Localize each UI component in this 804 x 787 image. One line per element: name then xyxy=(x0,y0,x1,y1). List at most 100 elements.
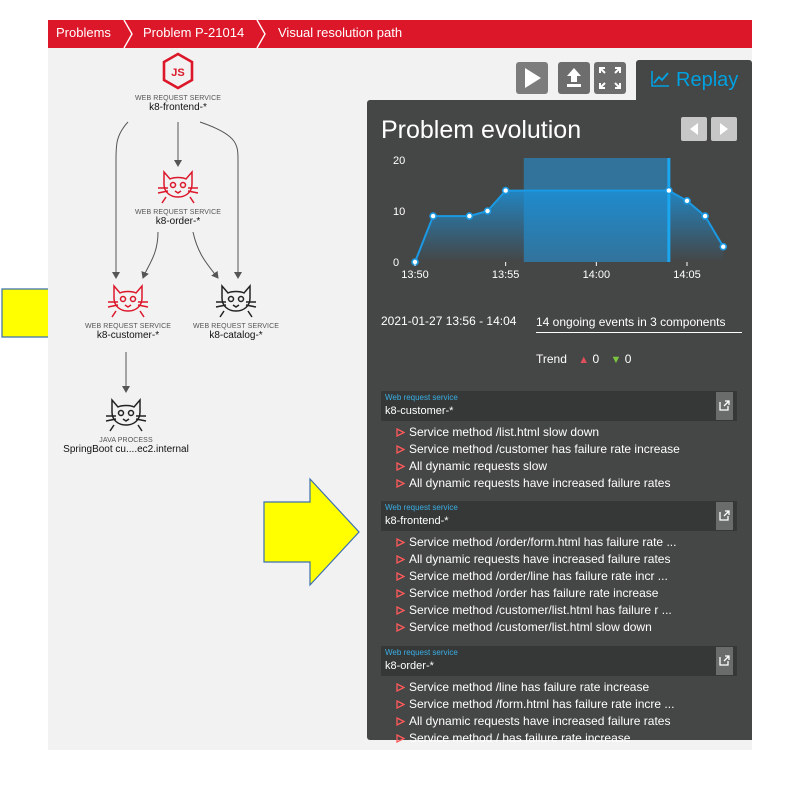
previous-button[interactable] xyxy=(681,117,707,141)
event-item[interactable]: Service method /list.html slow down xyxy=(396,424,737,441)
event-item[interactable]: All dynamic requests have increased fail… xyxy=(396,475,737,492)
open-service-button[interactable] xyxy=(716,392,733,420)
export-button[interactable] xyxy=(558,62,590,94)
tomcat-icon xyxy=(215,283,257,318)
event-triangle-icon xyxy=(396,717,405,726)
chart-x-tick-label: 14:05 xyxy=(673,269,701,281)
event-text: Service method /customer/list.html slow … xyxy=(409,620,652,634)
event-triangle-icon xyxy=(396,606,405,615)
event-text: All dynamic requests have increased fail… xyxy=(409,552,671,566)
event-item[interactable]: Service method /customer/list.html slow … xyxy=(396,619,737,636)
node-name-label: k8-frontend-* xyxy=(149,102,207,113)
chart-x-tick-label: 14:00 xyxy=(583,269,611,281)
topology-node-order[interactable]: WEB REQUEST SERVICE k8-order-* xyxy=(128,169,228,227)
chevron-right-icon xyxy=(720,123,728,135)
event-text: Service method /order has failure rate i… xyxy=(409,586,659,600)
chart-data-point xyxy=(701,212,709,220)
event-triangle-icon xyxy=(396,479,405,488)
events-summary: 14 ongoing events in 3 components xyxy=(536,314,742,333)
open-service-button[interactable] xyxy=(716,502,733,530)
chart-data-point xyxy=(429,212,437,220)
event-text: Service method /customer/list.html has f… xyxy=(409,603,672,617)
service-type-label: Web request service xyxy=(385,503,458,512)
event-text: Service method / has failure rate increa… xyxy=(409,731,631,745)
time-range-label: 2021-01-27 13:56 - 14:04 xyxy=(381,314,517,328)
event-item[interactable]: Service method /line has failure rate in… xyxy=(396,679,737,696)
chart-data-point xyxy=(683,196,691,205)
trend-down-count: 0 xyxy=(624,352,632,366)
service-type-label: Web request service xyxy=(385,648,458,657)
screenshot-stage: Problems Problem P-21014 Visual resoluti… xyxy=(0,0,804,787)
event-triangle-icon xyxy=(396,589,405,598)
app-window: Problems Problem P-21014 Visual resoluti… xyxy=(48,20,752,750)
chart-y-tick-label: 20 xyxy=(393,155,405,167)
service-section: Web request service k8-customer-* Service … xyxy=(381,391,737,492)
node-name-label: k8-customer-* xyxy=(96,330,160,341)
event-triangle-icon xyxy=(396,700,405,709)
event-triangle-icon xyxy=(396,445,405,454)
fullscreen-icon xyxy=(599,67,621,89)
chart-data-point xyxy=(719,242,728,251)
nodejs-icon: JS xyxy=(162,52,194,90)
event-item[interactable]: Service method /order/form.html has fail… xyxy=(396,534,737,551)
event-triangle-icon xyxy=(396,734,405,743)
event-item[interactable]: All dynamic requests slow xyxy=(396,458,737,475)
node-type-label: WEB REQUEST SERVICE xyxy=(134,95,222,102)
external-link-icon xyxy=(719,510,730,521)
event-item[interactable]: All dynamic requests have increased fail… xyxy=(396,551,737,568)
event-item[interactable]: Service method /order/line has failure r… xyxy=(396,568,737,585)
svg-text:JS: JS xyxy=(171,67,184,79)
chart-x-tick-label: 13:55 xyxy=(492,269,520,281)
external-link-icon xyxy=(719,400,730,411)
chart-y-tick-label: 0 xyxy=(393,257,399,269)
service-section: Web request service k8-frontend-* Service … xyxy=(381,501,737,636)
event-text: Service method /form.html has failure ra… xyxy=(409,697,675,711)
event-item[interactable]: Service method / has failure rate increa… xyxy=(396,730,737,747)
event-item[interactable]: Service method /order has failure rate i… xyxy=(396,585,737,602)
tomcat-icon xyxy=(107,283,149,318)
event-triangle-icon xyxy=(396,428,405,437)
annotation-arrow-right xyxy=(263,477,360,587)
service-name-label: k8-order-* xyxy=(385,660,434,672)
event-text: Service method /list.html slow down xyxy=(409,425,600,439)
node-name-label: k8-order-* xyxy=(155,216,201,227)
fullscreen-button[interactable] xyxy=(594,62,626,94)
service-section: Web request service k8-order-* Service met… xyxy=(381,646,737,747)
open-service-button[interactable] xyxy=(716,647,733,675)
topology-node-springboot[interactable]: JAVA PROCESS SpringBoot cu....ec2.intern… xyxy=(56,397,196,455)
next-button[interactable] xyxy=(711,117,737,141)
service-header: Web request service k8-order-* xyxy=(381,646,737,676)
event-triangle-icon xyxy=(396,462,405,471)
node-name-label: k8-catalog-* xyxy=(209,330,263,341)
upload-icon xyxy=(567,68,581,87)
trend-up-icon: ▲ xyxy=(578,354,590,366)
topology-node-catalog[interactable]: WEB REQUEST SERVICE k8-catalog-* xyxy=(186,283,286,341)
external-link-icon xyxy=(719,655,730,666)
event-item[interactable]: Service method /customer has failure rat… xyxy=(396,441,737,458)
chart-data-point xyxy=(483,207,492,215)
tab-replay[interactable]: Replay xyxy=(636,60,752,100)
problem-evolution-panel: Problem evolution 0 10 20 13:50 13:55 14… xyxy=(367,100,752,745)
node-name-label: SpringBoot cu....ec2.internal xyxy=(63,444,189,455)
tomcat-icon xyxy=(105,397,147,432)
play-button[interactable] xyxy=(516,62,548,94)
event-text: Service method /order/line has failure r… xyxy=(409,569,668,583)
chart-data-point xyxy=(665,186,673,195)
play-icon xyxy=(525,68,541,88)
trend-row: Trend ▲ 0 ▼ 0 xyxy=(536,352,631,366)
event-item[interactable]: All dynamic requests have increased fail… xyxy=(396,713,737,730)
chart-x-tick-label: 13:50 xyxy=(401,269,429,281)
problem-evolution-chart[interactable]: 0 10 20 13:50 13:55 14:00 14:05 xyxy=(367,140,752,305)
node-type-label: WEB REQUEST SERVICE xyxy=(134,209,222,216)
topology-node-customer[interactable]: WEB REQUEST SERVICE k8-customer-* xyxy=(78,283,178,341)
topology-node-frontend[interactable]: JS WEB REQUEST SERVICE k8-frontend-* xyxy=(128,52,228,113)
event-item[interactable]: Service method /customer/list.html has f… xyxy=(396,602,737,619)
node-type-label: WEB REQUEST SERVICE xyxy=(84,323,172,330)
event-text: Service method /customer has failure rat… xyxy=(409,442,680,456)
chart-y-tick-label: 10 xyxy=(393,206,405,218)
event-text: All dynamic requests have increased fail… xyxy=(409,714,671,728)
event-item[interactable]: Service method /form.html has failure ra… xyxy=(396,696,737,713)
event-text: All dynamic requests have increased fail… xyxy=(409,476,671,490)
event-list: Service method /order/form.html has fail… xyxy=(381,531,737,636)
chart-data-point xyxy=(465,212,474,220)
